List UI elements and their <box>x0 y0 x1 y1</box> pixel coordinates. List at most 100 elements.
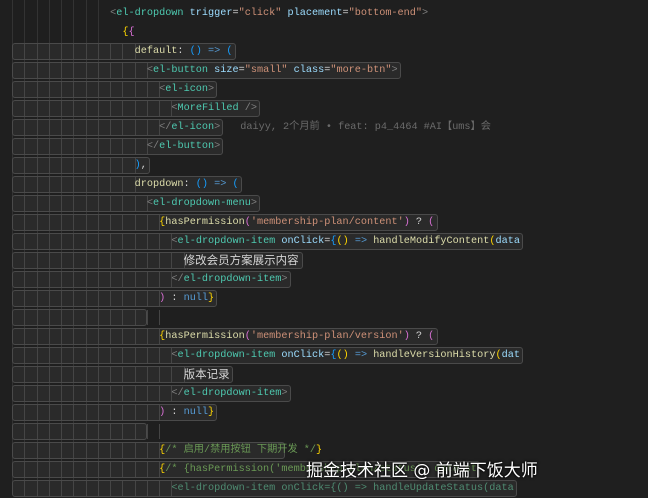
code-token: data <box>495 236 520 247</box>
code-text: dropdown: () => ( <box>135 175 239 194</box>
code-token: 修改会员方案展示内容 <box>183 253 299 267</box>
code-token: => <box>208 179 233 190</box>
code-token: handleModifyContent <box>373 236 490 247</box>
code-text: <el-dropdown-item onClick={() => handleM… <box>171 232 520 251</box>
code-line[interactable]: <el-dropdown-item onClick={() => handleV… <box>0 346 648 365</box>
code-token: : <box>165 407 184 418</box>
code-line[interactable]: <el-dropdown-item onClick={() => handleU… <box>0 479 648 498</box>
code-token: </ <box>171 274 184 285</box>
code-token: } <box>208 407 215 418</box>
code-token: () <box>336 236 349 247</box>
code-token: MoreFilled <box>177 103 239 114</box>
code-line[interactable]: {hasPermission('membership-plan/content'… <box>0 213 648 232</box>
code-line[interactable]: </el-dropdown-item> <box>0 270 648 289</box>
code-line[interactable]: 版本记录 <box>0 365 648 384</box>
code-text: <el-dropdown-item onClick={() => handleV… <box>171 346 520 365</box>
code-editor[interactable]: <el-dropdown trigger="click" placement="… <box>0 0 648 497</box>
code-line[interactable] <box>0 308 648 327</box>
code-token: el-dropdown-item <box>183 274 282 285</box>
code-token: => <box>348 236 374 247</box>
code-token: ( <box>428 217 435 228</box>
code-line[interactable]: {{ <box>0 23 648 42</box>
code-line[interactable]: dropdown: () => ( <box>0 175 648 194</box>
code-token: "small" <box>244 65 288 76</box>
code-line[interactable]: ) : null} <box>0 289 648 308</box>
code-token: ( <box>232 179 239 190</box>
line-highlight-box <box>12 309 161 326</box>
code-text: </el-dropdown-item> <box>171 270 287 289</box>
code-text: {{ <box>122 23 134 42</box>
code-token: => <box>348 350 374 361</box>
code-line[interactable]: <el-dropdown-menu> <box>0 194 648 213</box>
code-token: null <box>183 407 209 418</box>
code-text: <el-button size="small" class="more-btn"… <box>147 61 398 80</box>
code-token: : <box>183 179 196 190</box>
code-token: } <box>316 445 323 456</box>
code-text: {hasPermission('membership-plan/version'… <box>159 327 434 346</box>
code-text: ) : null} <box>159 289 214 308</box>
code-token: ? <box>409 217 429 228</box>
code-token: 'membership-plan/version' <box>250 331 404 342</box>
code-text: default: () => ( <box>135 42 233 61</box>
code-line[interactable]: </el-button> <box>0 137 648 156</box>
code-token: onClick <box>275 236 325 247</box>
code-token: class <box>287 65 325 76</box>
code-line[interactable]: default: () => ( <box>0 42 648 61</box>
code-token: "click" <box>238 8 282 19</box>
code-line[interactable]: </el-icon> daiyy, 2个月前 • feat: p4_4464 #A… <box>0 118 648 137</box>
code-line[interactable]: <MoreFilled /> <box>0 99 648 118</box>
code-token: size <box>208 65 239 76</box>
code-token: el-dropdown-item <box>177 236 276 247</box>
code-line[interactable]: 修改会员方案展示内容 <box>0 251 648 270</box>
code-line[interactable] <box>0 422 648 441</box>
code-token: default <box>134 46 178 57</box>
code-text: 修改会员方案展示内容 <box>184 251 299 272</box>
code-line[interactable]: <el-dropdown-item onClick={() => handleM… <box>0 232 648 251</box>
code-token: > <box>281 388 288 399</box>
code-token: /> <box>238 103 257 114</box>
code-token: </ <box>146 141 160 152</box>
code-token: </ <box>159 122 172 133</box>
git-blame-annotation: daiyy, 2个月前 • feat: p4_4464 #AI【ums】会 <box>240 122 491 133</box>
code-text: ) : null} <box>159 403 214 422</box>
code-line[interactable]: </el-dropdown-item> <box>0 384 648 403</box>
code-text: <el-dropdown-item onClick={() => handleU… <box>171 479 513 498</box>
code-text: <el-dropdown trigger="click" placement="… <box>110 4 428 23</box>
code-token: null <box>183 293 209 304</box>
code-token: > <box>208 84 215 95</box>
line-highlight-box <box>12 423 161 440</box>
code-token: hasPermission <box>165 331 245 342</box>
code-token: : <box>177 46 190 57</box>
code-text: </el-button> <box>147 137 220 156</box>
code-line[interactable]: <el-icon> <box>0 80 648 99</box>
code-token: 'membership-plan/content' <box>250 217 404 228</box>
code-token: <el-dropdown-item onClick={() => handleU… <box>171 483 514 494</box>
code-line[interactable]: <el-button size="small" class="more-btn"… <box>0 61 648 80</box>
code-token: el-icon <box>171 122 215 133</box>
code-token: hasPermission <box>165 217 245 228</box>
code-token: handleVersionHistory <box>373 350 496 361</box>
code-token: { <box>128 27 135 38</box>
code-line[interactable]: ) : null} <box>0 403 648 422</box>
code-token: el-icon <box>165 84 209 95</box>
code-token: el-dropdown-item <box>177 350 276 361</box>
line-highlight-box <box>12 157 150 174</box>
code-line[interactable]: {hasPermission('membership-plan/version'… <box>0 327 648 346</box>
code-token: > <box>281 274 288 285</box>
code-text: <el-dropdown-menu> <box>147 194 257 213</box>
code-token: } <box>208 293 215 304</box>
code-token: el-button <box>159 141 215 152</box>
code-line[interactable]: ), <box>0 156 648 175</box>
code-text: </el-dropdown-item> <box>171 384 287 403</box>
code-token: "bottom-end" <box>348 8 423 19</box>
code-text: ), <box>135 156 147 175</box>
code-token: 版本记录 <box>183 367 230 381</box>
code-token: el-button <box>153 65 209 76</box>
code-text: </el-icon> daiyy, 2个月前 • feat: p4_4464 #A… <box>159 118 491 137</box>
code-token: /* 启用/禁用按钮 下期开发 */ <box>165 445 317 456</box>
code-token: onClick <box>275 350 325 361</box>
code-token: ? <box>409 331 429 342</box>
code-line[interactable]: <el-dropdown trigger="click" placement="… <box>0 4 648 23</box>
code-text: 版本记录 <box>184 365 230 386</box>
code-token: el-dropdown <box>116 8 184 19</box>
